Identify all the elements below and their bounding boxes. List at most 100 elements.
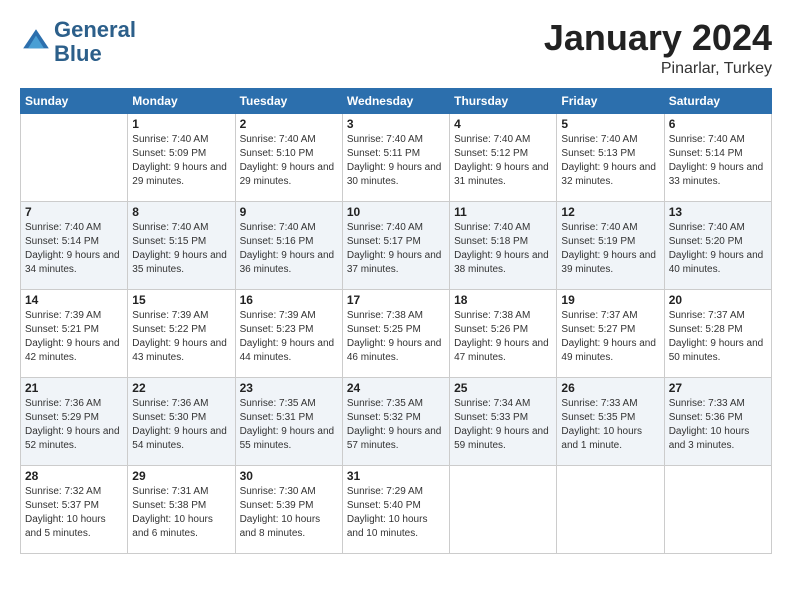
- logo-text: General Blue: [54, 18, 136, 66]
- calendar-cell: 10 Sunrise: 7:40 AMSunset: 5:17 PMDayligh…: [342, 201, 449, 289]
- calendar-cell: [450, 465, 557, 553]
- weekday-header-monday: Monday: [128, 88, 235, 113]
- calendar-cell: 6 Sunrise: 7:40 AMSunset: 5:14 PMDaylight…: [664, 113, 771, 201]
- calendar-cell: 26 Sunrise: 7:33 AMSunset: 5:35 PMDayligh…: [557, 377, 664, 465]
- calendar-cell: 27 Sunrise: 7:33 AMSunset: 5:36 PMDayligh…: [664, 377, 771, 465]
- calendar-cell: 1Sunrise: 7:40 AMSunset: 5:09 PMDaylight…: [128, 113, 235, 201]
- calendar-cell: 14 Sunrise: 7:39 AMSunset: 5:21 PMDayligh…: [21, 289, 128, 377]
- day-number: 2: [240, 117, 338, 131]
- day-info: Sunrise: 7:40 AMSunset: 5:10 PMDaylight:…: [240, 133, 338, 189]
- calendar-cell: 9 Sunrise: 7:40 AMSunset: 5:16 PMDaylight…: [235, 201, 342, 289]
- day-number: 14: [25, 293, 123, 307]
- calendar-cell: [664, 465, 771, 553]
- day-info: Sunrise: 7:39 AMSunset: 5:23 PMDaylight:…: [240, 309, 338, 365]
- day-number: 11: [454, 205, 552, 219]
- day-number: 9: [240, 205, 338, 219]
- calendar-cell: 17 Sunrise: 7:38 AMSunset: 5:25 PMDayligh…: [342, 289, 449, 377]
- header: General Blue January 2024 Pinarlar, Turk…: [20, 18, 772, 78]
- day-number: 16: [240, 293, 338, 307]
- day-info: Sunrise: 7:33 AMSunset: 5:35 PMDaylight:…: [561, 397, 659, 453]
- day-number: 24: [347, 381, 445, 395]
- day-info: Sunrise: 7:37 AMSunset: 5:27 PMDaylight:…: [561, 309, 659, 365]
- calendar-cell: 23Sunrise: 7:35 AMSunset: 5:31 PMDayligh…: [235, 377, 342, 465]
- day-number: 4: [454, 117, 552, 131]
- day-info: Sunrise: 7:33 AMSunset: 5:36 PMDaylight:…: [669, 397, 767, 453]
- day-info: Sunrise: 7:40 AMSunset: 5:18 PMDaylight:…: [454, 221, 552, 277]
- day-info: Sunrise: 7:38 AMSunset: 5:25 PMDaylight:…: [347, 309, 445, 365]
- logo-line2: Blue: [54, 42, 136, 66]
- calendar-cell: 30 Sunrise: 7:30 AMSunset: 5:39 PMDayligh…: [235, 465, 342, 553]
- day-info: Sunrise: 7:40 AMSunset: 5:09 PMDaylight:…: [132, 133, 230, 189]
- page: General Blue January 2024 Pinarlar, Turk…: [0, 0, 792, 564]
- calendar-cell: 20 Sunrise: 7:37 AMSunset: 5:28 PMDayligh…: [664, 289, 771, 377]
- day-info: Sunrise: 7:38 AMSunset: 5:26 PMDaylight:…: [454, 309, 552, 365]
- calendar-cell: [557, 465, 664, 553]
- calendar-cell: 8Sunrise: 7:40 AMSunset: 5:15 PMDaylight…: [128, 201, 235, 289]
- calendar-cell: 21Sunrise: 7:36 AMSunset: 5:29 PMDayligh…: [21, 377, 128, 465]
- calendar-cell: 7 Sunrise: 7:40 AMSunset: 5:14 PMDaylight…: [21, 201, 128, 289]
- day-info: Sunrise: 7:40 AMSunset: 5:13 PMDaylight:…: [561, 133, 659, 189]
- day-info: Sunrise: 7:36 AMSunset: 5:29 PMDaylight:…: [25, 397, 123, 453]
- day-number: 3: [347, 117, 445, 131]
- day-number: 15: [132, 293, 230, 307]
- weekday-header-wednesday: Wednesday: [342, 88, 449, 113]
- day-number: 7: [25, 205, 123, 219]
- calendar-cell: 11 Sunrise: 7:40 AMSunset: 5:18 PMDayligh…: [450, 201, 557, 289]
- day-info: Sunrise: 7:40 AMSunset: 5:16 PMDaylight:…: [240, 221, 338, 277]
- calendar-week-4: 21Sunrise: 7:36 AMSunset: 5:29 PMDayligh…: [21, 377, 772, 465]
- day-info: Sunrise: 7:30 AMSunset: 5:39 PMDaylight:…: [240, 485, 338, 541]
- day-number: 6: [669, 117, 767, 131]
- day-number: 30: [240, 469, 338, 483]
- calendar-week-2: 7 Sunrise: 7:40 AMSunset: 5:14 PMDaylight…: [21, 201, 772, 289]
- calendar-table: SundayMondayTuesdayWednesdayThursdayFrid…: [20, 88, 772, 554]
- day-info: Sunrise: 7:40 AMSunset: 5:14 PMDaylight:…: [25, 221, 123, 277]
- title-block: January 2024 Pinarlar, Turkey: [544, 18, 772, 78]
- calendar-cell: 13 Sunrise: 7:40 AMSunset: 5:20 PMDayligh…: [664, 201, 771, 289]
- day-number: 28: [25, 469, 123, 483]
- day-number: 20: [669, 293, 767, 307]
- day-number: 22: [132, 381, 230, 395]
- calendar-week-3: 14 Sunrise: 7:39 AMSunset: 5:21 PMDayligh…: [21, 289, 772, 377]
- day-info: Sunrise: 7:40 AMSunset: 5:14 PMDaylight:…: [669, 133, 767, 189]
- day-number: 13: [669, 205, 767, 219]
- day-info: Sunrise: 7:39 AMSunset: 5:21 PMDaylight:…: [25, 309, 123, 365]
- calendar-week-5: 28Sunrise: 7:32 AMSunset: 5:37 PMDayligh…: [21, 465, 772, 553]
- day-number: 18: [454, 293, 552, 307]
- calendar-cell: 25Sunrise: 7:34 AMSunset: 5:33 PMDayligh…: [450, 377, 557, 465]
- calendar-cell: 29Sunrise: 7:31 AMSunset: 5:38 PMDayligh…: [128, 465, 235, 553]
- logo-line1: General: [54, 18, 136, 42]
- calendar-cell: [21, 113, 128, 201]
- day-info: Sunrise: 7:40 AMSunset: 5:17 PMDaylight:…: [347, 221, 445, 277]
- calendar-cell: 5 Sunrise: 7:40 AMSunset: 5:13 PMDaylight…: [557, 113, 664, 201]
- calendar-cell: 22Sunrise: 7:36 AMSunset: 5:30 PMDayligh…: [128, 377, 235, 465]
- calendar-cell: 28Sunrise: 7:32 AMSunset: 5:37 PMDayligh…: [21, 465, 128, 553]
- day-number: 31: [347, 469, 445, 483]
- calendar-cell: 15 Sunrise: 7:39 AMSunset: 5:22 PMDayligh…: [128, 289, 235, 377]
- weekday-header-friday: Friday: [557, 88, 664, 113]
- day-number: 27: [669, 381, 767, 395]
- day-info: Sunrise: 7:29 AMSunset: 5:40 PMDaylight:…: [347, 485, 445, 541]
- month-title: January 2024: [544, 18, 772, 58]
- day-info: Sunrise: 7:37 AMSunset: 5:28 PMDaylight:…: [669, 309, 767, 365]
- day-number: 17: [347, 293, 445, 307]
- calendar-cell: 24Sunrise: 7:35 AMSunset: 5:32 PMDayligh…: [342, 377, 449, 465]
- day-number: 26: [561, 381, 659, 395]
- day-number: 8: [132, 205, 230, 219]
- calendar-cell: 4 Sunrise: 7:40 AMSunset: 5:12 PMDaylight…: [450, 113, 557, 201]
- location: Pinarlar, Turkey: [544, 60, 772, 78]
- weekday-header-tuesday: Tuesday: [235, 88, 342, 113]
- weekday-header-sunday: Sunday: [21, 88, 128, 113]
- logo: General Blue: [20, 18, 136, 66]
- day-number: 25: [454, 381, 552, 395]
- day-number: 29: [132, 469, 230, 483]
- calendar-cell: 2 Sunrise: 7:40 AMSunset: 5:10 PMDaylight…: [235, 113, 342, 201]
- day-number: 10: [347, 205, 445, 219]
- day-number: 5: [561, 117, 659, 131]
- calendar-week-1: 1Sunrise: 7:40 AMSunset: 5:09 PMDaylight…: [21, 113, 772, 201]
- day-info: Sunrise: 7:35 AMSunset: 5:31 PMDaylight:…: [240, 397, 338, 453]
- day-info: Sunrise: 7:40 AMSunset: 5:12 PMDaylight:…: [454, 133, 552, 189]
- weekday-header-saturday: Saturday: [664, 88, 771, 113]
- day-info: Sunrise: 7:39 AMSunset: 5:22 PMDaylight:…: [132, 309, 230, 365]
- day-info: Sunrise: 7:40 AMSunset: 5:20 PMDaylight:…: [669, 221, 767, 277]
- calendar-cell: 19Sunrise: 7:37 AMSunset: 5:27 PMDayligh…: [557, 289, 664, 377]
